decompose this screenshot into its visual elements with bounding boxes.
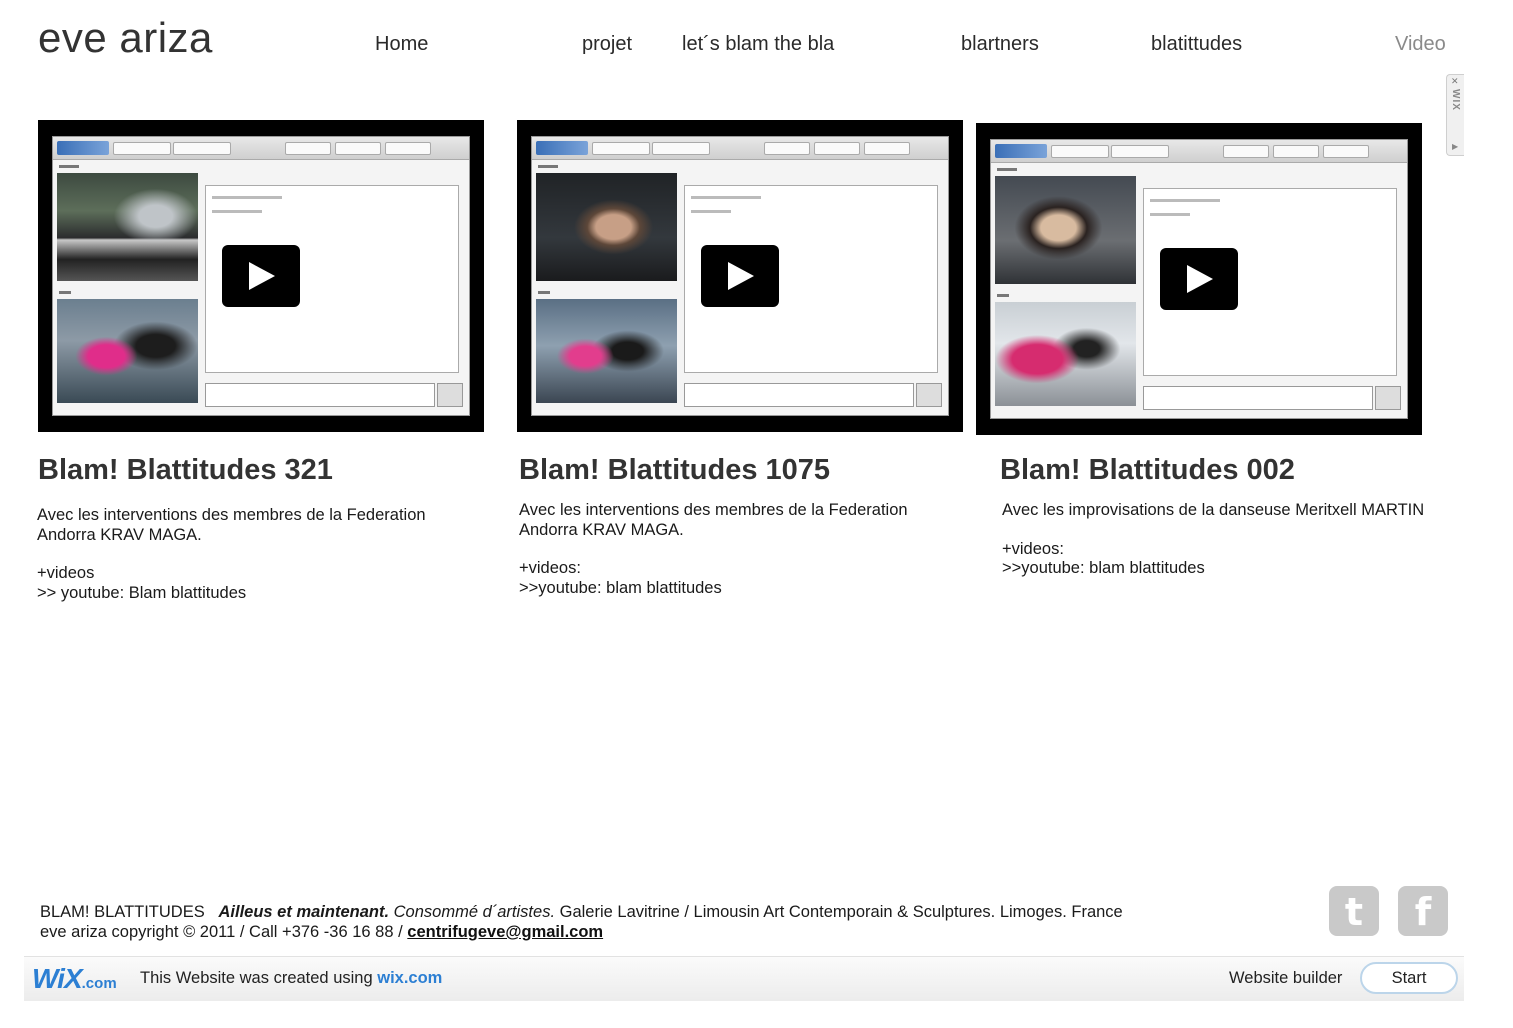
video-player-3[interactable] <box>976 123 1422 435</box>
nav-home[interactable]: Home <box>375 33 428 56</box>
footer-exhibition-subtitle: Consommé d´artistes. <box>393 903 556 921</box>
site-footer: BLAM! BLATTITUDES Ailleus et maintenant.… <box>40 902 1123 942</box>
webcam-you-image <box>57 299 198 403</box>
description-line: Andorra KRAV MAGA. <box>519 520 684 539</box>
webcam-you-image <box>536 299 677 403</box>
video-title-3: Blam! Blattitudes 002 <box>1000 454 1295 486</box>
website-builder-label: Website builder <box>1229 969 1343 987</box>
nav-lets-blam-the-bla[interactable]: let´s blam the bla <box>682 33 834 56</box>
video-description-2: Avec les interventions des membres de la… <box>519 501 908 598</box>
play-button-2[interactable] <box>701 245 779 307</box>
thumbnail-toolbar <box>532 137 948 160</box>
wix-link[interactable]: wix.com <box>377 969 442 987</box>
nav-projet[interactable]: projet <box>582 33 632 56</box>
webcam-partner-image <box>995 176 1136 284</box>
video-title-2: Blam! Blattitudes 1075 <box>519 454 831 486</box>
facebook-icon: f <box>1414 890 1432 934</box>
wix-banner: WiX.com This Website was created using w… <box>24 956 1464 1001</box>
thumbnail-toolbar <box>991 140 1407 163</box>
description-line: Avec les improvisations de la danseuse M… <box>1002 501 1425 519</box>
footer-line-1: BLAM! BLATTITUDES Ailleus et maintenant.… <box>40 902 1123 922</box>
play-icon <box>249 262 275 290</box>
video-player-1[interactable] <box>38 120 484 432</box>
youtube-link[interactable]: >>youtube: blam blattitudes <box>1002 559 1424 579</box>
wix-created-text: This Website was created using wix.com <box>140 969 442 988</box>
close-icon[interactable]: ✕ <box>1451 77 1459 87</box>
more-videos-label: +videos: <box>519 559 581 577</box>
webcam-partner-image <box>536 173 677 281</box>
thumbnail-toolbar <box>53 137 469 160</box>
footer-line-2: eve ariza copyright © 2011 / Call +376 -… <box>40 922 1123 942</box>
wix-side-label: WIX <box>1450 89 1461 111</box>
play-icon <box>1187 265 1213 293</box>
play-button-3[interactable] <box>1160 248 1238 310</box>
twitter-icon: t <box>1344 890 1364 934</box>
description-line: Andorra KRAV MAGA. <box>37 525 202 544</box>
play-icon <box>728 262 754 290</box>
more-videos-label: +videos <box>37 564 95 582</box>
wix-side-tab[interactable]: ✕ WIX ▶ <box>1446 74 1464 156</box>
wix-created-label: This Website was created using <box>140 969 373 987</box>
email-link[interactable]: centrifugeve@gmail.com <box>407 923 603 941</box>
video-player-2[interactable] <box>517 120 963 432</box>
more-videos-label: +videos: <box>1002 539 1064 558</box>
wix-logo-suffix: .com <box>81 975 117 992</box>
footer-exhibition-title: Ailleus et maintenant. <box>218 903 390 921</box>
play-button-1[interactable] <box>222 245 300 307</box>
description-line: Avec les interventions des membres de la… <box>519 501 908 519</box>
webcam-partner-image <box>57 173 198 281</box>
nav-blartners[interactable]: blartners <box>961 33 1039 56</box>
video-description-3: Avec les improvisations de la danseuse M… <box>1002 501 1424 579</box>
description-line: Avec les interventions des membres de la… <box>37 506 426 524</box>
youtube-link[interactable]: >> youtube: Blam blattitudes <box>37 584 426 604</box>
nav-video[interactable]: Video <box>1395 33 1446 56</box>
video-title-1: Blam! Blattitudes 321 <box>38 454 333 486</box>
video-description-1: Avec les interventions des membres de la… <box>37 506 426 603</box>
wix-logo-text: WiX <box>32 963 83 994</box>
footer-copyright: eve ariza copyright © 2011 / Call +376 -… <box>40 923 403 941</box>
footer-project-name: BLAM! BLATTITUDES <box>40 903 205 921</box>
site-title[interactable]: eve ariza <box>38 14 213 62</box>
twitter-button[interactable]: t <box>1329 886 1379 936</box>
start-button[interactable]: Start <box>1360 962 1458 994</box>
youtube-link[interactable]: >>youtube: blam blattitudes <box>519 579 908 599</box>
facebook-button[interactable]: f <box>1398 886 1448 936</box>
footer-venue: Galerie Lavitrine / Limousin Art Contemp… <box>559 903 1123 921</box>
webcam-you-image <box>995 302 1136 406</box>
arrow-right-icon[interactable]: ▶ <box>1452 142 1458 151</box>
nav-blatittudes[interactable]: blatittudes <box>1151 33 1242 56</box>
wix-logo[interactable]: WiX.com <box>32 963 117 995</box>
